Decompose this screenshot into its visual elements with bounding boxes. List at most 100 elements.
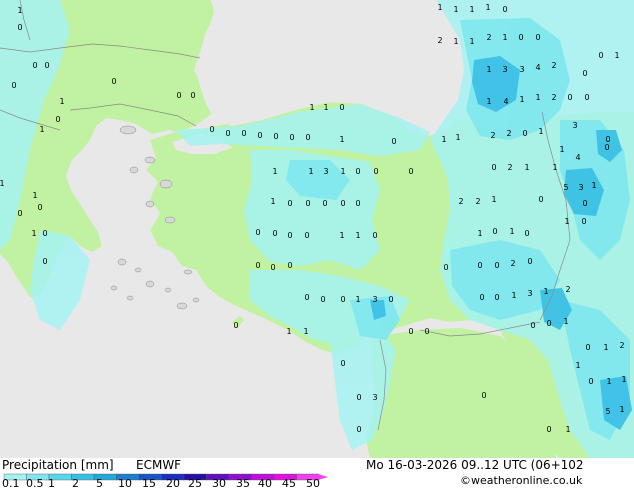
precip-value-label: 1 [621, 375, 626, 384]
precip-value-label: 0 [372, 231, 377, 240]
precip-value-label: 0 [17, 209, 22, 218]
precip-value-label: 0 [494, 293, 499, 302]
precip-value-label: 0 [322, 199, 327, 208]
precip-value-label: 1 [339, 231, 344, 240]
precip-value-label: 4 [535, 63, 540, 72]
precip-value-label: 1 [619, 405, 624, 414]
precip-value-label: 4 [575, 153, 580, 162]
precip-value-label: 0 [391, 137, 396, 146]
precip-value-label: 0 [273, 132, 278, 141]
precip-value-label: 3 [527, 289, 532, 298]
credit-label: ©weatheronline.co.uk [460, 474, 583, 487]
precip-value-label: 3 [572, 121, 577, 130]
precip-value-label: 0 [190, 91, 195, 100]
legend-tick-label: 40 [258, 477, 272, 490]
legend-tick-label: 0.1 [2, 477, 20, 490]
precip-value-label: 0 [443, 263, 448, 272]
model-label: ECMWF [136, 458, 182, 472]
legend-tick-label: 0.5 [26, 477, 44, 490]
precip-value-label: 1 [0, 179, 5, 188]
precip-value-label: 1 [340, 167, 345, 176]
precip-value-label: 0 [538, 195, 543, 204]
precip-value-label: 3 [578, 183, 583, 192]
precip-value-label: 0 [287, 199, 292, 208]
precip-value-label: 0 [522, 129, 527, 138]
precip-value-label: 0 [355, 167, 360, 176]
precip-value-label: 0 [546, 425, 551, 434]
precip-value-label: 1 [559, 145, 564, 154]
legend-tick-label: 25 [188, 477, 202, 490]
precip-value-label: 0 [588, 377, 593, 386]
precip-value-label: 0 [424, 327, 429, 336]
precip-value-label: 0 [546, 319, 551, 328]
precip-value-label: 0 [408, 327, 413, 336]
precip-value-label: 0 [42, 229, 47, 238]
precip-value-label: 0 [339, 103, 344, 112]
precip-value-label: 2 [551, 61, 556, 70]
legend-tick-label: 50 [306, 477, 320, 490]
precip-value-label: 0 [518, 33, 523, 42]
precip-value-label: 1 [303, 327, 308, 336]
precip-value-label: 3 [519, 65, 524, 74]
precip-value-label: 0 [32, 61, 37, 70]
precip-value-label: 3 [372, 393, 377, 402]
legend-tick-label: 30 [212, 477, 226, 490]
precip-value-label: 0 [340, 199, 345, 208]
precip-value-label: 0 [492, 227, 497, 236]
precip-value-label: 0 [55, 115, 60, 124]
precip-value-label: 1 [272, 167, 277, 176]
precip-value-label: 1 [543, 287, 548, 296]
precip-value-label: 0 [233, 321, 238, 330]
precip-value-label: 1 [437, 3, 442, 12]
precip-value-label: 1 [286, 327, 291, 336]
precip-value-label: 3 [372, 295, 377, 304]
precip-value-label: 0 [304, 231, 309, 240]
legend-tick-label: 1 [48, 477, 55, 490]
precip-value-label: 0 [567, 93, 572, 102]
legend-tick-label: 10 [118, 477, 132, 490]
precip-value-label: 0 [356, 425, 361, 434]
precip-value-label: 2 [486, 33, 491, 42]
precip-value-label: 1 [355, 295, 360, 304]
precip-value-label: 0 [305, 199, 310, 208]
precip-value-label: 0 [11, 81, 16, 90]
precip-value-label: 0 [272, 229, 277, 238]
map-footer: Precipitation [mm] ECMWF Mo 16-03-2026 0… [0, 458, 634, 490]
legend-tick-label: 5 [96, 477, 103, 490]
precip-value-label: 1 [485, 3, 490, 12]
precip-value-label: 0 [502, 5, 507, 14]
precip-value-label: 0 [340, 295, 345, 304]
precip-value-label: 0 [270, 263, 275, 272]
precip-value-label: 5 [563, 183, 568, 192]
precip-value-label: 1 [469, 37, 474, 46]
precip-value-label: 0 [111, 77, 116, 86]
precip-value-label: 0 [527, 257, 532, 266]
precip-value-label: 1 [603, 343, 608, 352]
precip-value-label: 1 [339, 135, 344, 144]
precip-value-label: 2 [510, 259, 515, 268]
precip-value-label: 1 [441, 135, 446, 144]
precip-value-label: 0 [604, 143, 609, 152]
precip-value-label: 0 [530, 321, 535, 330]
precip-value-label: 1 [565, 425, 570, 434]
precip-value-label: 3 [323, 167, 328, 176]
legend-tick-label: 15 [142, 477, 156, 490]
precip-value-label: 1 [453, 37, 458, 46]
precip-value-label: 0 [255, 261, 260, 270]
precip-value-label: 0 [257, 131, 262, 140]
precip-value-label: 1 [308, 167, 313, 176]
precip-value-label: 1 [563, 317, 568, 326]
precip-value-label: 2 [551, 93, 556, 102]
precip-value-label: 1 [575, 361, 580, 370]
precip-value-label: 0 [582, 199, 587, 208]
precip-value-label: 0 [356, 393, 361, 402]
precip-value-label: 1 [323, 103, 328, 112]
precip-value-label: 1 [606, 377, 611, 386]
precip-value-label: 0 [524, 229, 529, 238]
precip-value-label: 0 [373, 167, 378, 176]
precip-value-label: 1 [455, 133, 460, 142]
precip-value-label: 0 [585, 343, 590, 352]
map-title: Precipitation [mm] [2, 458, 114, 472]
precip-value-label: 1 [524, 163, 529, 172]
precip-value-label: 1 [491, 195, 496, 204]
